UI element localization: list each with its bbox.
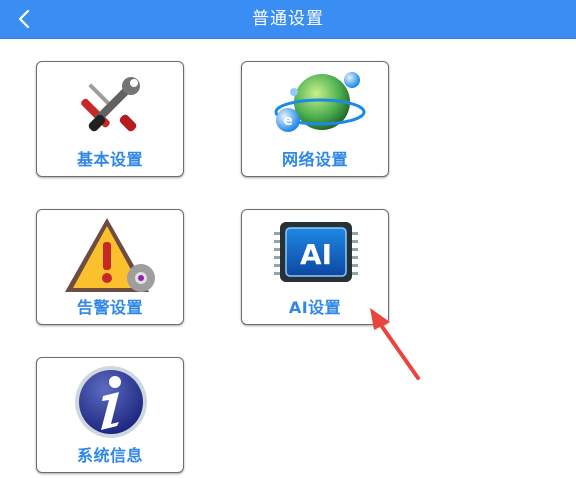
ai-chip-icon: AI <box>274 222 358 282</box>
pointer-arrow-annotation <box>370 308 420 380</box>
tile-alarm-settings[interactable]: 告警设置 <box>36 209 184 325</box>
tile-label: 网络设置 <box>281 150 348 169</box>
tile-basic-settings[interactable]: 基本设置 <box>36 61 184 177</box>
tile-label: 告警设置 <box>76 298 143 317</box>
alarm-warning-icon <box>65 218 155 292</box>
top-bar: 普通设置 <box>0 0 576 39</box>
globe-network-icon: e <box>274 72 366 132</box>
svg-text:e: e <box>283 113 293 129</box>
tile-label: 系统信息 <box>76 446 143 465</box>
tile-label: 基本设置 <box>76 150 143 169</box>
info-icon <box>75 366 147 438</box>
page-title: 普通设置 <box>252 9 324 29</box>
tools-icon <box>81 77 140 132</box>
svg-text:AI: AI <box>300 238 332 271</box>
tile-network-settings[interactable]: e 网络设置 <box>241 61 389 177</box>
tile-system-info[interactable]: 系统信息 <box>36 357 184 473</box>
